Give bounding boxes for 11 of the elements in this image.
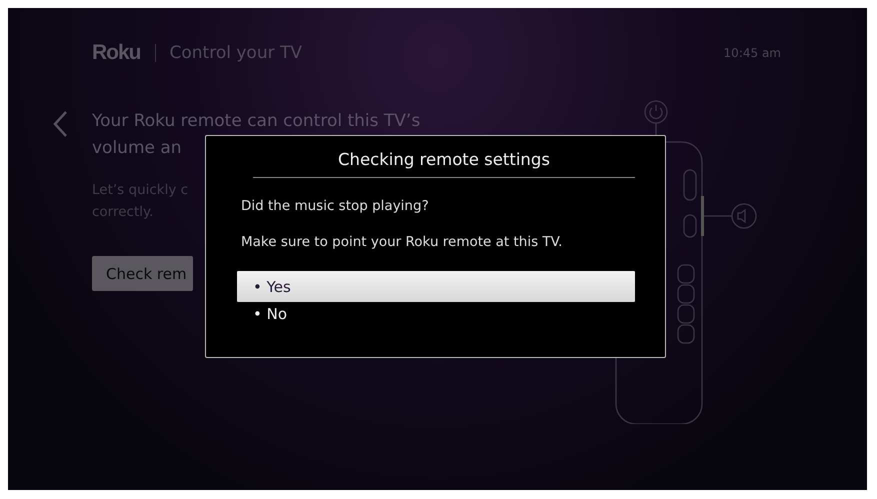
option-item[interactable]: • No <box>237 302 635 326</box>
heading-text: volume an <box>92 137 182 160</box>
question-text: Did the music stop playing? <box>241 198 430 214</box>
option-item[interactable]: • Yes <box>237 271 635 302</box>
heading-text: Your Roku remote can control this TV’s <box>92 110 420 133</box>
hint-text: Make sure to point your Roku remote at this TV. <box>241 234 564 250</box>
back-chevron-icon[interactable] <box>52 110 68 138</box>
dialog-title: Checking remote settings <box>253 150 635 178</box>
logo: Roku <box>92 41 140 65</box>
page-title: Control your TV <box>170 43 303 63</box>
clock: 10:45 am <box>724 46 781 60</box>
